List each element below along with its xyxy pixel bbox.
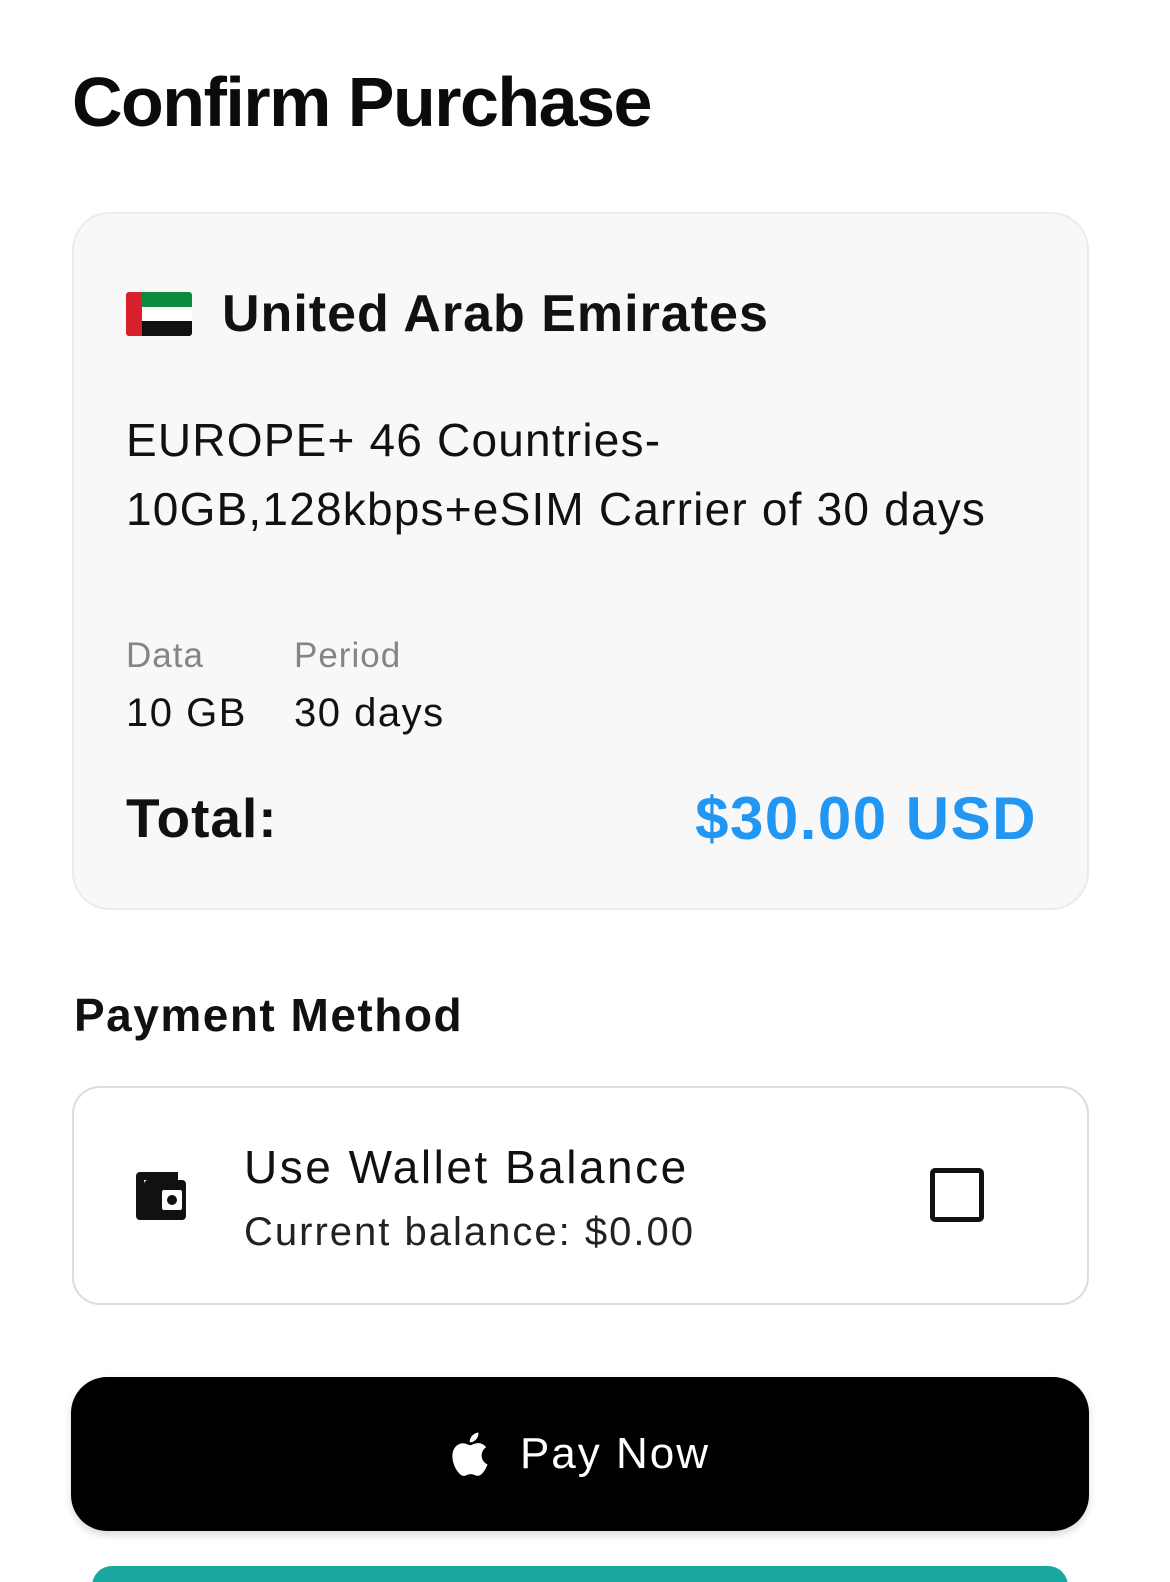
apple-icon	[452, 1432, 488, 1476]
wallet-balance-text: Current balance: $0.00	[244, 1210, 695, 1254]
payment-method-title: Payment Method	[74, 989, 464, 1041]
period-value: 30 days	[294, 691, 445, 735]
total-price: $30.00 USD	[695, 785, 1037, 852]
wallet-balance-option[interactable]: Use Wallet Balance Current balance: $0.0…	[72, 1086, 1089, 1305]
data-value: 10 GB	[126, 691, 247, 735]
period-label: Period	[294, 636, 402, 675]
country-row: United Arab Emirates	[126, 284, 769, 344]
order-summary-card: United Arab Emirates EUROPE+ 46 Countrie…	[72, 212, 1089, 910]
period-spec: Period 30 days	[294, 634, 445, 740]
total-label: Total:	[126, 787, 278, 849]
data-spec: Data 10 GB	[126, 634, 247, 740]
secondary-button-edge[interactable]	[92, 1566, 1068, 1582]
country-name: United Arab Emirates	[222, 285, 769, 343]
data-label: Data	[126, 636, 204, 675]
page-title: Confirm Purchase	[72, 63, 652, 141]
wallet-checkbox[interactable]	[930, 1168, 984, 1222]
plan-name: EUROPE+ 46 Countries-10GB,128kbps+eSIM C…	[126, 414, 987, 535]
uae-flag-icon	[126, 292, 192, 336]
pay-now-label: Pay Now	[519, 1429, 711, 1478]
pay-now-button[interactable]: Pay Now	[71, 1377, 1089, 1531]
confirm-purchase-screen: Confirm Purchase United Arab Emirates EU…	[0, 0, 1170, 1582]
wallet-icon	[136, 1172, 186, 1220]
wallet-option-title: Use Wallet Balance	[244, 1141, 689, 1193]
